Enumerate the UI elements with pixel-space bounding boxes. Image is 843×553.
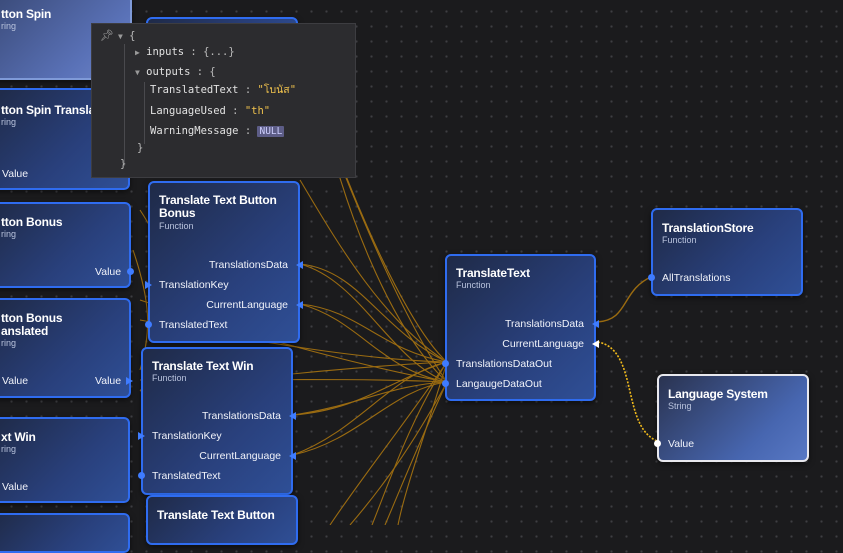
port-translated-text-dot[interactable] [138,472,145,479]
node-subtitle: ring [1,229,17,239]
node-title: Translate Text Button Bonus [159,194,277,220]
port-translations-data-out: TranslationsDataOut [456,358,552,370]
collapse-caret-icon[interactable]: ▼ [118,32,123,41]
node-title: Language System [668,387,768,401]
port-all-translations: AllTranslations [662,272,731,284]
port-language-data-out: LangaugeDataOut [456,378,542,390]
node-subtitle: Function [152,373,187,383]
port-value: Value [2,481,29,493]
port-translations-data: TranslationsData [505,318,584,330]
node-translate-text-button-bottom[interactable]: Translate Text Button [146,495,298,545]
field-null-badge: NULL [257,126,285,137]
node-title: tton Bonus anslated [1,311,63,338]
root-open-brace: { [129,30,136,42]
node-title: xt Win [1,430,36,444]
port-current-language: CurrentLanguage [206,299,288,311]
node-translation-store[interactable]: TranslationStore Function AllTranslation… [648,208,803,296]
port-translation-key-arrow[interactable] [145,281,152,289]
field-value: "th" [244,105,271,117]
outputs-open-brace: { [209,66,216,78]
port-current-language-arrow[interactable] [289,452,296,460]
port-current-language: CurrentLanguage [502,338,584,350]
node-subtitle: Function [159,221,194,231]
node-text-win[interactable]: xt Win ring Value [0,417,130,503]
port-translations-data: TranslationsData [202,410,281,422]
field-value: "โบนัส" [257,84,297,96]
outputs-close-brace: } [137,142,144,154]
port-current-language-arrow[interactable] [592,340,599,348]
pin-icon[interactable]: 📌︎ [100,29,114,42]
port-translations-data-arrow[interactable] [296,261,303,269]
node-subtitle: ring [1,338,17,348]
title-line-1: Translate Text Button [159,193,277,207]
port-translated-text: TranslatedText [152,470,221,482]
node-title: tton Bonus [1,215,63,229]
node-button-bonus[interactable]: tton Bonus ring Value [0,202,134,288]
root-close-brace: } [120,158,127,170]
node-subtitle: ring [1,444,17,454]
node-title: TranslateText [456,266,530,280]
port-value-arrow[interactable] [126,377,133,385]
port-translations-data: TranslationsData [209,259,288,271]
port-translated-text-dot[interactable] [145,321,152,328]
node-title: TranslationStore [662,221,754,235]
port-translation-key: TranslationKey [159,279,229,291]
port-translations-data-arrow[interactable] [289,412,296,420]
node-title: Translate Text Button [157,508,275,522]
port-translation-key: TranslationKey [152,430,222,442]
node-title: tton Spin Transla [1,103,95,117]
node-subtitle: Function [662,235,697,245]
title-line-2: Bonus [159,206,196,220]
port-value: Value [2,168,29,180]
field-key: TranslatedText [150,84,239,96]
port-value: Value [668,438,695,450]
output-inspector-panel[interactable]: 📌︎ ▼ { ▶ inputs : {...} ▼ outputs : { Tr… [91,23,356,178]
expand-caret-icon[interactable]: ▶ [135,48,140,57]
inputs-collapsed[interactable]: {...} [203,46,235,58]
port-value-in: Value [2,375,29,387]
port-translations-data-out-dot[interactable] [442,360,449,367]
collapse-caret-icon[interactable]: ▼ [135,68,140,77]
port-all-translations-dot[interactable] [648,274,655,281]
port-value: Value [95,375,122,387]
field-key: WarningMessage [150,125,239,137]
port-current-language-arrow[interactable] [296,301,303,309]
port-translations-data-arrow[interactable] [592,320,599,328]
node-partial-bottom-left[interactable] [0,513,130,553]
node-translate-text-win[interactable]: Translate Text Win Function Translations… [138,347,296,495]
tree-guide-line [144,82,145,144]
node-language-system[interactable]: Language System String Value [654,374,809,462]
node-subtitle: String [668,401,692,411]
node-subtitle: ring [1,117,17,127]
port-current-language: CurrentLanguage [199,450,281,462]
node-title: tton Spin [1,7,52,21]
node-subtitle: ring [1,21,17,31]
port-value-dot[interactable] [654,440,661,447]
inputs-key[interactable]: inputs [146,46,184,58]
node-button-bonus-translated[interactable]: tton Bonus anslated ring Value Value [0,298,133,398]
node-translate-text-button-bonus[interactable]: Translate Text Button Bonus Function Tran… [145,181,303,343]
node-translate-text[interactable]: TranslateText Function TranslationsData … [442,254,599,401]
tree-guide-line [124,44,125,166]
port-translation-key-arrow[interactable] [138,432,145,440]
title-line-2: anslated [1,324,49,338]
port-value-dot[interactable] [127,268,134,275]
title-line-1: tton Bonus [1,311,63,325]
outputs-key[interactable]: outputs [146,66,190,78]
port-translated-text: TranslatedText [159,319,228,331]
port-value: Value [95,266,122,278]
port-language-data-out-dot[interactable] [442,380,449,387]
node-subtitle: Function [456,280,491,290]
field-key: LanguageUsed [150,105,226,117]
node-title: Translate Text Win [152,359,254,373]
